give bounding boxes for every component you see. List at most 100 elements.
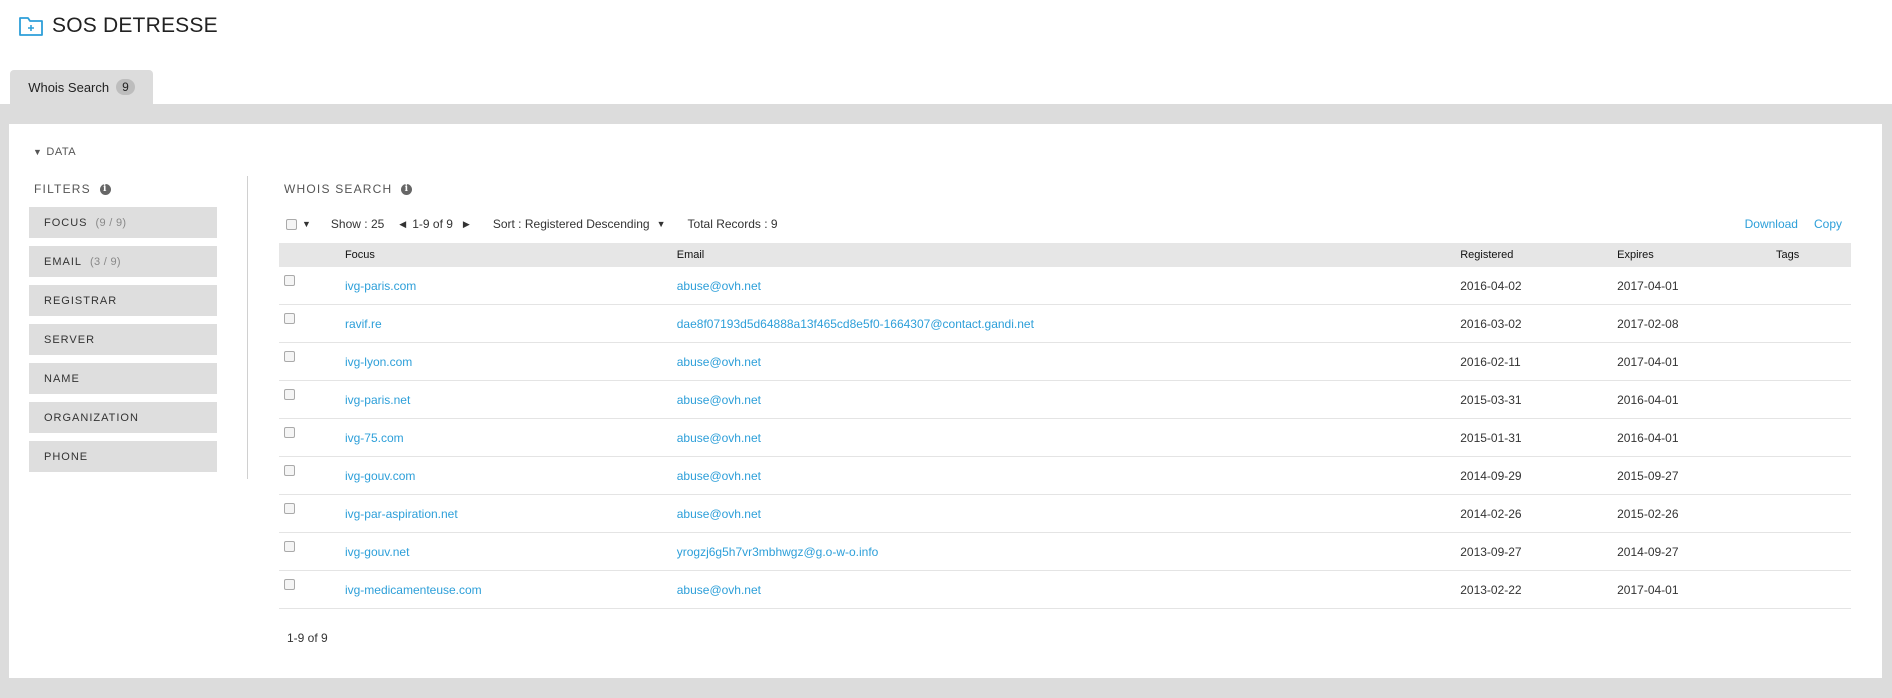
tags-cell — [1771, 304, 1851, 343]
expires-cell: 2017-04-01 — [1612, 570, 1772, 609]
filter-label: PHONE — [44, 450, 89, 463]
registered-cell: 2014-02-26 — [1455, 494, 1613, 533]
filter-server[interactable]: SERVER — [29, 324, 217, 355]
info-icon[interactable]: i — [401, 183, 413, 195]
row-select-cell — [279, 570, 340, 609]
column-header-focus[interactable]: Focus — [339, 243, 672, 267]
filters-heading: FILTERS i — [34, 182, 111, 196]
info-icon[interactable]: i — [99, 183, 111, 195]
row-select-cell — [279, 494, 340, 533]
table-row: ivg-gouv.com abuse@ovh.net 2014-09-29 20… — [279, 456, 1851, 495]
filter-label: EMAIL — [44, 255, 83, 268]
filter-registrar[interactable]: REGISTRAR — [29, 285, 217, 316]
tab-count-badge: 9 — [116, 79, 135, 95]
row-checkbox[interactable] — [284, 388, 295, 400]
row-checkbox[interactable] — [284, 274, 295, 286]
filter-name[interactable]: NAME — [29, 363, 217, 394]
caret-down-icon: ▼ — [656, 219, 666, 229]
filters-title: FILTERS — [34, 182, 91, 196]
row-checkbox[interactable] — [284, 350, 295, 362]
expires-cell: 2015-02-26 — [1612, 494, 1772, 533]
tags-cell — [1771, 380, 1851, 419]
download-link[interactable]: Download — [1745, 217, 1798, 231]
filter-label: REGISTRAR — [44, 294, 118, 307]
focus-link[interactable]: ivg-lyon.com — [345, 355, 412, 369]
sort-selector[interactable]: Sort : Registered Descending ▼ — [493, 217, 666, 231]
expires-cell: 2017-04-01 — [1612, 342, 1772, 381]
select-all-dropdown[interactable]: ▼ — [286, 218, 311, 230]
focus-link[interactable]: ivg-medicamenteuse.com — [345, 583, 482, 597]
email-link[interactable]: abuse@ovh.net — [677, 279, 761, 293]
registered-cell: 2016-02-11 — [1455, 342, 1613, 381]
page-size-selector[interactable]: Show : 25 — [331, 217, 384, 231]
results-table: Focus Email Registered Expires Tags ivg-… — [279, 243, 1851, 609]
column-header-registered[interactable]: Registered — [1455, 243, 1613, 267]
tags-cell — [1771, 342, 1851, 381]
focus-link[interactable]: ravif.re — [345, 317, 382, 331]
expires-cell: 2017-04-01 — [1612, 267, 1772, 305]
filter-phone[interactable]: PHONE — [29, 441, 217, 472]
row-checkbox[interactable] — [284, 426, 295, 438]
row-checkbox[interactable] — [284, 502, 295, 514]
focus-link[interactable]: ivg-gouv.net — [345, 545, 409, 559]
tags-cell — [1771, 532, 1851, 571]
filter-count: (3 / 9) — [90, 255, 121, 268]
tags-cell — [1771, 418, 1851, 457]
email-link[interactable]: abuse@ovh.net — [677, 583, 761, 597]
table-header: Focus Email Registered Expires Tags — [279, 243, 1851, 267]
triangle-right-icon[interactable]: ▶ — [463, 219, 470, 230]
page-range: 1-9 of 9 — [412, 217, 453, 231]
tab-whois-search[interactable]: Whois Search 9 — [10, 70, 153, 104]
focus-cell: ivg-gouv.net — [339, 532, 672, 571]
registered-cell: 2016-04-02 — [1455, 267, 1613, 305]
sort-label: Sort : Registered Descending — [492, 217, 650, 231]
whois-search-title: WHOIS SEARCH — [284, 182, 393, 196]
row-select-cell — [279, 380, 340, 419]
focus-link[interactable]: ivg-75.com — [345, 431, 404, 445]
table-row: ivg-lyon.com abuse@ovh.net 2016-02-11 20… — [279, 342, 1851, 381]
registered-cell: 2015-03-31 — [1455, 380, 1613, 419]
email-link[interactable]: abuse@ovh.net — [677, 469, 761, 483]
focus-link[interactable]: ivg-gouv.com — [345, 469, 415, 483]
triangle-left-icon[interactable]: ◀ — [399, 219, 406, 230]
column-header-tags[interactable]: Tags — [1771, 243, 1851, 267]
row-checkbox[interactable] — [284, 540, 295, 552]
filter-organization[interactable]: ORGANIZATION — [29, 402, 217, 433]
row-checkbox[interactable] — [284, 312, 295, 324]
email-link[interactable]: dae8f07193d5d64888a13f465cd8e5f0-1664307… — [677, 317, 1034, 331]
email-link[interactable]: yrogzj6g5h7vr3mbhwgz@g.o-w-o.info — [677, 545, 879, 559]
focus-link[interactable]: ivg-par-aspiration.net — [345, 507, 458, 521]
row-select-cell — [279, 267, 340, 305]
pagination-footer: 1-9 of 9 — [287, 631, 328, 645]
expires-cell: 2017-02-08 — [1612, 304, 1772, 343]
column-header-email[interactable]: Email — [671, 243, 1456, 267]
checkbox-column-header — [279, 243, 340, 267]
table-row: ivg-gouv.net yrogzj6g5h7vr3mbhwgz@g.o-w-… — [279, 532, 1851, 571]
filter-focus[interactable]: FOCUS (9 / 9) — [29, 207, 217, 238]
table-row: ivg-medicamenteuse.com abuse@ovh.net 201… — [279, 570, 1851, 609]
email-link[interactable]: abuse@ovh.net — [677, 507, 761, 521]
focus-link[interactable]: ivg-paris.com — [345, 279, 416, 293]
email-cell: yrogzj6g5h7vr3mbhwgz@g.o-w-o.info — [671, 532, 1456, 571]
data-section-toggle[interactable]: ▼ DATA — [33, 146, 76, 158]
table-row: ivg-paris.net abuse@ovh.net 2015-03-31 2… — [279, 380, 1851, 419]
focus-link[interactable]: ivg-paris.net — [345, 393, 410, 407]
email-cell: dae8f07193d5d64888a13f465cd8e5f0-1664307… — [671, 304, 1456, 343]
email-link[interactable]: abuse@ovh.net — [677, 355, 761, 369]
focus-cell: ivg-75.com — [339, 418, 672, 457]
email-link[interactable]: abuse@ovh.net — [677, 393, 761, 407]
copy-link[interactable]: Copy — [1814, 217, 1842, 231]
email-link[interactable]: abuse@ovh.net — [677, 431, 761, 445]
email-cell: abuse@ovh.net — [671, 418, 1456, 457]
column-header-expires[interactable]: Expires — [1612, 243, 1772, 267]
filter-email[interactable]: EMAIL (3 / 9) — [29, 246, 217, 277]
email-cell: abuse@ovh.net — [671, 342, 1456, 381]
select-all-checkbox[interactable] — [286, 218, 297, 230]
caret-down-icon[interactable]: ▼ — [302, 219, 311, 229]
row-checkbox[interactable] — [284, 464, 295, 476]
focus-cell: ivg-lyon.com — [339, 342, 672, 381]
tags-cell — [1771, 494, 1851, 533]
row-select-cell — [279, 532, 340, 571]
section-divider — [247, 176, 248, 479]
row-checkbox[interactable] — [284, 578, 295, 590]
